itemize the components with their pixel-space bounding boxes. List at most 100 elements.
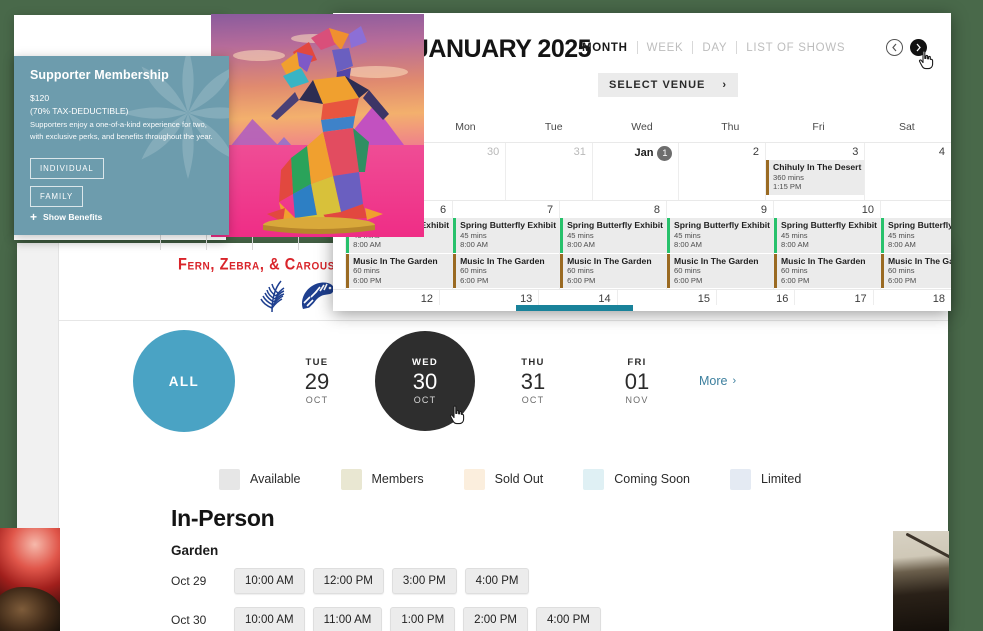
calendar-day-cell[interactable]: 30 — [420, 143, 507, 200]
calendar-window: JANUARY 2025 MONTH WEEK DAY LIST OF SHOW… — [333, 13, 951, 311]
day-number: 4 — [938, 146, 945, 158]
time-slot[interactable]: 10:00 AM — [234, 568, 305, 594]
tab-week[interactable]: WEEK — [638, 42, 693, 54]
legend-label: Members — [371, 472, 424, 486]
date-chip-all-label: ALL — [168, 373, 200, 389]
membership-title: Supporter Membership — [30, 68, 169, 82]
weekday-tue: Tue — [544, 121, 563, 133]
time-slot[interactable]: 10:00 AM — [234, 607, 305, 631]
legend-label: Sold Out — [494, 472, 544, 486]
time-slot[interactable]: 4:00 PM — [536, 607, 601, 631]
brand-wordmark: Fern, Zebra, & Carousel — [178, 256, 349, 274]
event-duration: 45 mins — [674, 230, 701, 240]
calendar-day-cell[interactable]: 3 Chihuly In The Desert 360 mins 1:15 PM — [766, 143, 866, 200]
date-chip-month: OCT — [305, 395, 329, 406]
date-chip-dow: TUE — [305, 356, 329, 368]
day-number: 8 — [653, 204, 661, 216]
event-duration: 60 mins — [460, 266, 487, 276]
calendar-event[interactable]: Music In The Garden 60 mins 6:00 PM — [667, 253, 773, 289]
membership-tax-note: (70% TAX-DEDUCTIBLE) — [30, 105, 129, 116]
hero-artwork-image — [211, 14, 424, 237]
time-slot[interactable]: 3:00 PM — [391, 568, 457, 594]
event-title: Music In The Garden — [887, 255, 951, 266]
calendar-horizontal-scrollbar[interactable] — [333, 305, 951, 311]
calendar-day-cell-today[interactable]: Jan 1 — [593, 143, 680, 200]
event-time: 6:00 PM — [781, 275, 810, 285]
calendar-event[interactable]: Chihuly In The Desert 360 mins 1:15 PM — [766, 160, 865, 195]
individual-button[interactable]: INDIVIDUAL — [30, 158, 104, 180]
event-time: 8:00 AM — [887, 240, 916, 250]
time-slot[interactable]: 1:00 PM — [390, 607, 456, 631]
chevron-right-icon: › — [722, 79, 727, 91]
legend-item-sold-out: Sold Out — [463, 468, 544, 490]
date-chip-dow: THU — [521, 356, 545, 368]
scrollbar-thumb[interactable] — [516, 305, 633, 311]
calendar-day-cell[interactable]: 9 Spring Butterfly Exhibit 45 mins 8:00 … — [667, 201, 774, 290]
calendar-view-switcher: MONTH WEEK DAY LIST OF SHOWS — [573, 41, 854, 54]
date-selector: ALL TUE 29 OCT WED 30 OCT THU 31 OCT FRI… — [59, 321, 948, 441]
family-button[interactable]: FAMILY — [30, 186, 84, 208]
more-dates-label: More — [699, 374, 728, 388]
calendar-week-row: 5 6 Spring Butterfly Exhibit 45 mins 8:0… — [333, 201, 951, 291]
date-chip-num: 29 — [304, 368, 330, 394]
calendar-event[interactable]: Spring Butterfly Exhibit 45 mins 8:00 AM — [667, 218, 773, 253]
date-chip-oct-29[interactable]: TUE 29 OCT — [269, 333, 365, 429]
calendar-day-cell[interactable]: 8 Spring Butterfly Exhibit 45 mins 8:00 … — [560, 201, 668, 290]
event-duration: 60 mins — [887, 266, 915, 276]
membership-card: Supporter Membership $120 (70% TAX-DEDUC… — [14, 56, 229, 235]
date-chip-month: OCT — [413, 395, 437, 406]
event-duration: 60 mins — [674, 266, 701, 276]
calendar-day-cell[interactable]: 2 — [679, 143, 767, 200]
day-number: 3 — [852, 146, 859, 158]
more-dates-button[interactable]: More › — [699, 374, 736, 388]
event-title: Spring Butterfly Exhibit — [460, 220, 557, 230]
fern-icon — [260, 280, 285, 313]
event-time: 6:00 PM — [353, 275, 382, 285]
event-duration: 45 mins — [887, 230, 915, 240]
date-chip-all[interactable]: ALL — [133, 330, 235, 432]
event-time: 6:00 PM — [674, 275, 703, 285]
event-time: 6:00 PM — [460, 275, 489, 285]
event-title: Music In The Garden — [781, 255, 866, 266]
calendar-event[interactable]: Music In The Garden 60 mins 6:00 PM — [774, 253, 880, 289]
date-chip-oct-31[interactable]: THU 31 OCT — [485, 333, 581, 429]
weekday-sat: Sat — [898, 121, 915, 133]
calendar-event[interactable]: Spring Butterfly Exhibit 45 mins 8:00 AM — [560, 218, 667, 253]
tab-day[interactable]: DAY — [693, 42, 736, 54]
calendar-event[interactable]: Spring Butterfly Exhibit 45 mins 8:00 AM — [774, 218, 880, 253]
membership-options: INDIVIDUAL FAMILY — [30, 158, 229, 214]
calendar-day-cell[interactable]: 4 — [865, 143, 951, 200]
time-slot[interactable]: 4:00 PM — [464, 568, 530, 594]
show-benefits-toggle[interactable]: + Show Benefits — [30, 211, 102, 223]
calendar-day-cell[interactable]: 11 Spring Butterfly Exhibit 45 mins 8:00… — [880, 201, 951, 289]
weekday-thu: Thu — [721, 121, 740, 133]
time-slot-row: Oct 29 10:00 AM 12:00 PM 3:00 PM 4:00 PM — [171, 568, 609, 594]
event-title: Spring Butterfly Exhibit — [781, 220, 877, 230]
date-chip-dow: WED — [411, 356, 439, 368]
section-title-in-person: In-Person — [171, 505, 275, 531]
tab-month[interactable]: MONTH — [573, 42, 637, 54]
event-duration: 60 mins — [781, 266, 808, 276]
calendar-day-cell[interactable]: 10 Spring Butterfly Exhibit 45 mins 8:00… — [774, 201, 881, 290]
tab-list-of-shows[interactable]: LIST OF SHOWS — [737, 42, 854, 54]
calendar-event[interactable]: Music In The Garden 60 mins 6:00 PM — [560, 253, 667, 289]
calendar-day-cell[interactable]: 7 Spring Butterfly Exhibit 45 mins 8:00 … — [453, 201, 561, 290]
prev-month-button[interactable] — [886, 39, 903, 56]
hand-cursor-pointer — [449, 405, 465, 425]
calendar-event[interactable]: Spring Butterfly Exhibit 45 mins 8:00 AM — [453, 218, 560, 253]
event-title: Music In The Garden — [353, 255, 438, 266]
weekday-fri: Fri — [812, 121, 825, 133]
calendar-event[interactable]: Music In The Garden 60 mins 6:00 PM — [453, 253, 560, 289]
calendar-event[interactable]: Spring Butterfly Exhibit 45 mins 8:00 AM — [880, 218, 951, 253]
calendar-event[interactable]: Music In The Garden 60 mins 6:00 PM — [346, 253, 453, 289]
day-number: 30 — [486, 146, 500, 158]
legend-item-members: Members — [340, 468, 424, 490]
date-chip-nov-01[interactable]: FRI 01 NOV — [589, 333, 685, 429]
select-venue-button[interactable]: SELECT VENUE › — [598, 73, 738, 97]
event-title: Chihuly In The Desert — [773, 162, 862, 172]
time-slot[interactable]: 11:00 AM — [312, 607, 383, 631]
calendar-day-cell[interactable]: 31 — [506, 143, 593, 200]
time-slot[interactable]: 2:00 PM — [463, 607, 528, 631]
time-slot[interactable]: 12:00 PM — [312, 568, 384, 594]
calendar-event[interactable]: Music In The Garden 60 mins 6:00 PM — [880, 253, 951, 289]
